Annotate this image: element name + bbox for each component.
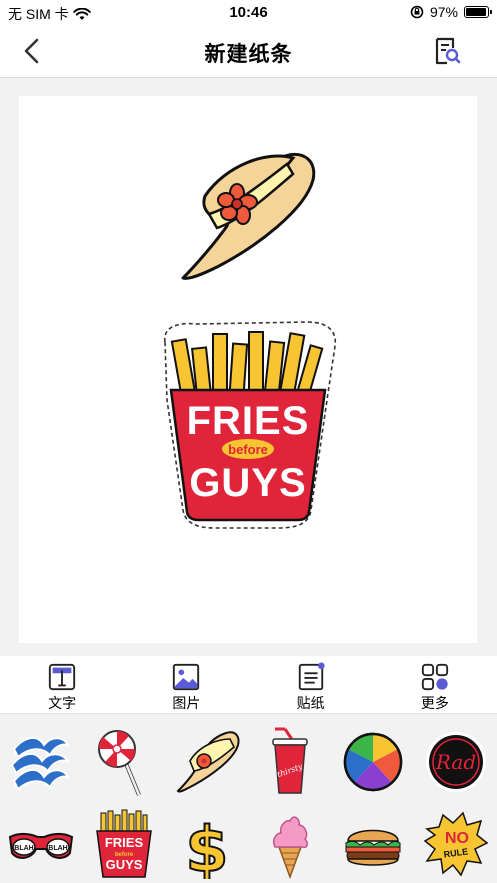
fries-line2: GUYS bbox=[189, 461, 306, 505]
sunglasses-sticker[interactable]: BLAH BLAH bbox=[0, 804, 83, 883]
text-icon bbox=[49, 663, 76, 691]
beach-ball-sticker[interactable] bbox=[331, 720, 414, 804]
image-icon bbox=[173, 663, 200, 691]
navigation-bar: 新建纸条 bbox=[0, 26, 497, 78]
svg-text:BLAH: BLAH bbox=[15, 845, 34, 852]
tool-text-label: 文字 bbox=[48, 695, 77, 711]
tool-image-label: 图片 bbox=[172, 695, 201, 711]
svg-text:FRIES: FRIES bbox=[105, 835, 144, 850]
blue-waves-sticker[interactable] bbox=[0, 720, 83, 804]
sun-hat-sticker[interactable] bbox=[175, 148, 319, 284]
battery-percent: 97% bbox=[429, 4, 458, 20]
tool-more[interactable]: 更多 bbox=[373, 656, 497, 713]
fries-middle: before bbox=[228, 442, 268, 457]
no-rules-sticker[interactable]: NO RULE bbox=[414, 804, 497, 883]
ice-cream-sticker[interactable] bbox=[249, 804, 332, 883]
rotation-lock-icon bbox=[410, 5, 424, 19]
dollar-sign-sticker[interactable]: $ bbox=[166, 804, 249, 883]
sun-hat-mini-sticker[interactable] bbox=[166, 720, 249, 804]
fries-line1: FRIES bbox=[187, 399, 310, 443]
note-canvas[interactable]: FRIES before GUYS bbox=[19, 96, 477, 643]
status-right: 97% bbox=[410, 4, 492, 20]
page-title: 新建纸条 bbox=[204, 43, 293, 66]
lollipop-sticker[interactable] bbox=[83, 720, 166, 804]
hamburger-sticker[interactable] bbox=[331, 804, 414, 883]
svg-text:BLAH: BLAH bbox=[49, 845, 68, 852]
tool-sticker[interactable]: 贴纸 bbox=[249, 656, 373, 713]
status-bar: 无 SIM 卡 10:46 97% bbox=[0, 0, 497, 26]
svg-text:Rad: Rad bbox=[434, 750, 475, 774]
tool-sticker-label: 贴纸 bbox=[296, 695, 325, 711]
sticker-icon bbox=[298, 662, 325, 691]
svg-text:NO: NO bbox=[445, 830, 469, 847]
tool-text[interactable]: 文字 bbox=[0, 656, 124, 713]
tool-more-label: 更多 bbox=[420, 695, 449, 711]
battery-icon bbox=[464, 6, 492, 18]
sticker-tray: thirsty Rad BLAH BLAH FRIES before GUYS … bbox=[0, 714, 497, 883]
svg-text:$: $ bbox=[186, 813, 229, 879]
more-grid-icon bbox=[421, 663, 448, 691]
document-search-icon[interactable] bbox=[433, 36, 461, 66]
svg-text:GUYS: GUYS bbox=[106, 857, 143, 872]
edit-toolbar: 文字 图片 贴纸 更多 bbox=[0, 656, 497, 714]
rad-badge-sticker[interactable]: Rad bbox=[414, 720, 497, 804]
fries-mini-sticker[interactable]: FRIES before GUYS bbox=[83, 804, 166, 883]
tool-image[interactable]: 图片 bbox=[124, 656, 248, 713]
soda-cup-sticker[interactable]: thirsty bbox=[249, 720, 332, 804]
fries-before-guys-sticker[interactable]: FRIES before GUYS bbox=[157, 320, 339, 530]
